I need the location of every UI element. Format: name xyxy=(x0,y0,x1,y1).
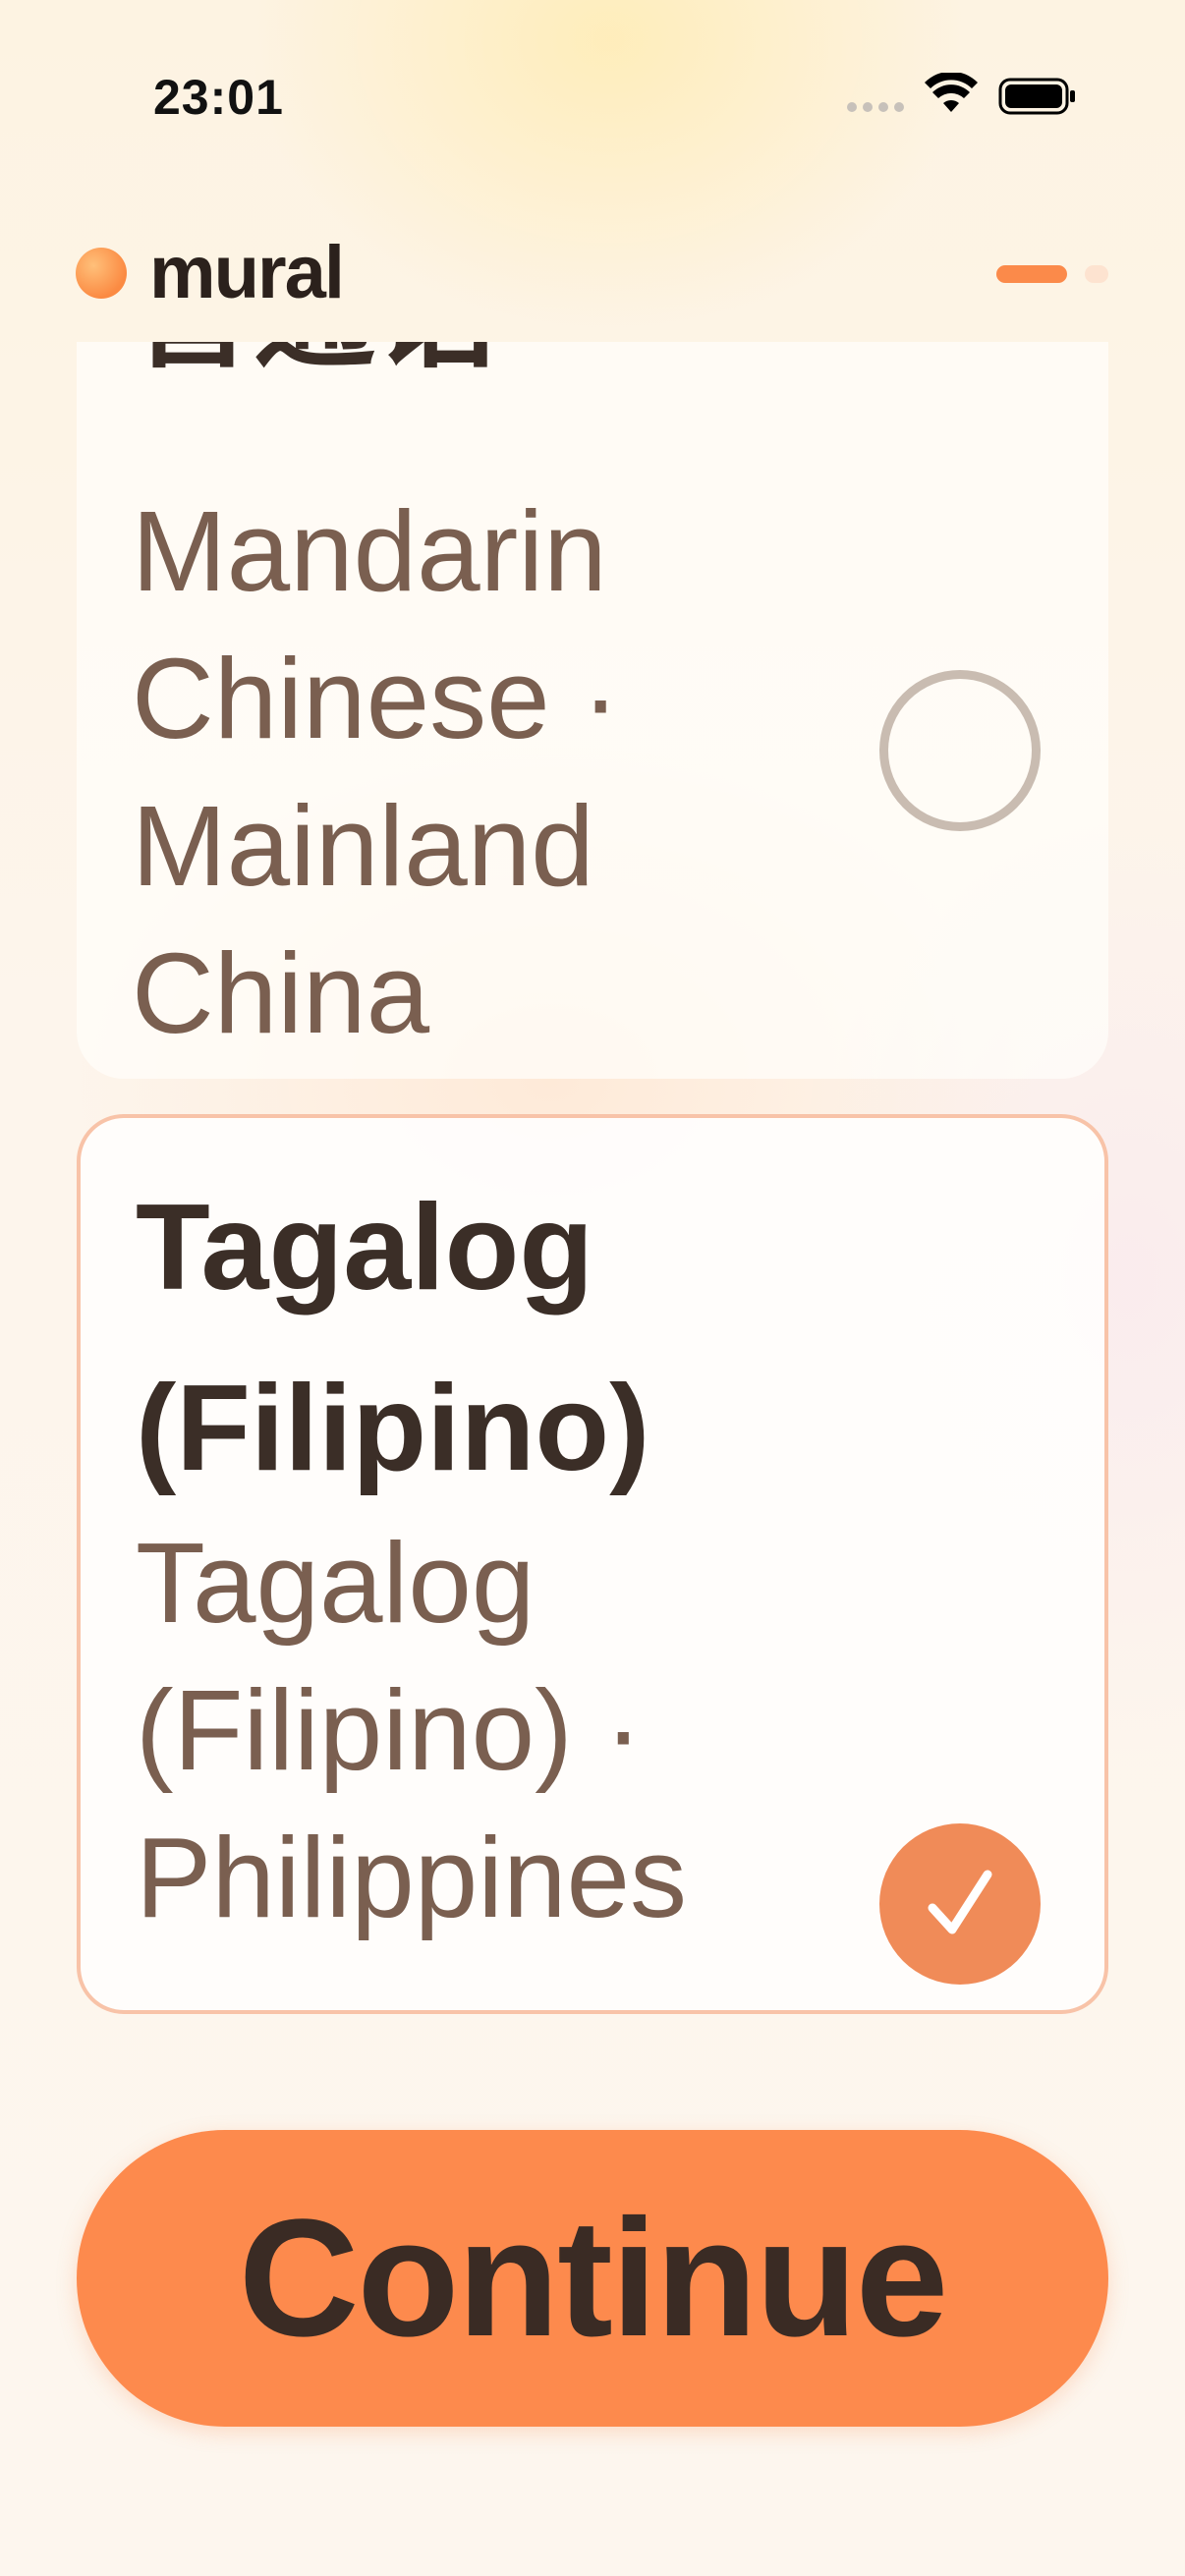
language-title: 普通话 xyxy=(132,342,898,405)
radio-unselected-icon[interactable] xyxy=(879,670,1041,831)
status-time: 23:01 xyxy=(153,70,284,125)
status-bar: 23:01 xyxy=(0,0,1185,196)
battery-icon xyxy=(998,78,1075,115)
checkmark-icon[interactable] xyxy=(879,1823,1041,1985)
logo-text: mural xyxy=(149,231,345,314)
language-subtitle: Mandarin Chinese · Mainland China xyxy=(132,487,620,1057)
progress-step-inactive xyxy=(1085,265,1108,283)
cellular-signal-icon xyxy=(847,102,904,112)
language-option-mandarin[interactable]: 普通话 Mandarin Chinese · Mainland China xyxy=(77,342,1108,1079)
language-list[interactable]: 普通话 Mandarin Chinese · Mainland China Ta… xyxy=(0,342,1185,2081)
continue-button-label: Continue xyxy=(238,2185,949,2372)
progress-step-active xyxy=(996,265,1067,283)
continue-button[interactable]: Continue xyxy=(77,2130,1108,2427)
wifi-icon xyxy=(925,73,978,112)
step-progress-indicator xyxy=(996,265,1108,283)
language-title: Tagalog (Filipino) xyxy=(136,1180,650,1496)
language-option-tagalog[interactable]: Tagalog (Filipino) Tagalog (Filipino) · … xyxy=(77,1114,1108,2014)
language-subtitle: Tagalog (Filipino) · Philippines xyxy=(136,1519,688,1941)
logo-icon xyxy=(76,248,127,299)
